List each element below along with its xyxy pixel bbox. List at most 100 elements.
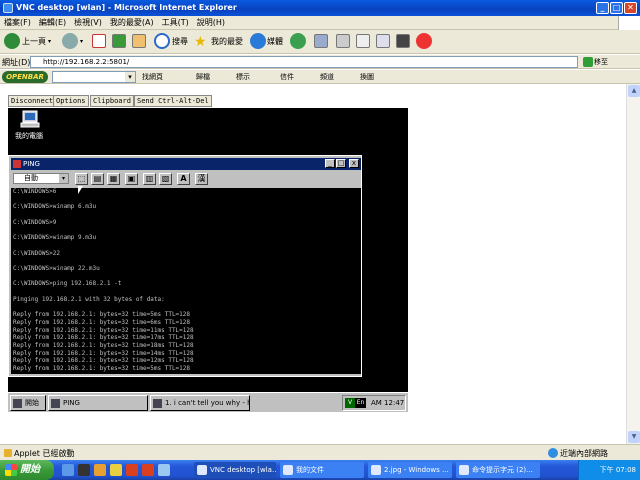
font-button[interactable]: A	[177, 173, 190, 185]
mark-icon[interactable]: ⬚	[75, 173, 88, 185]
task-command-prompt[interactable]: 命令提示字元 (2)...	[456, 462, 540, 478]
favorites-button-label[interactable]: 我的最愛	[211, 34, 243, 50]
menu-favorites[interactable]: 我的最愛(A)	[106, 16, 158, 30]
ime-indicator[interactable]: V	[345, 398, 355, 408]
maximize-button[interactable]: □	[610, 2, 623, 14]
standard-toolbar: 上一頁 ▾ ▾ 搜尋 ★ 我的最愛 媒體	[0, 30, 640, 54]
history-icon[interactable]	[290, 33, 306, 49]
edit-icon[interactable]	[356, 34, 370, 48]
clipboard-button[interactable]: Clipboard	[90, 95, 134, 107]
my-computer-icon[interactable]	[20, 110, 40, 128]
mail-icon[interactable]	[314, 34, 328, 48]
windows-taskbar: 開始 VNC desktop [wla... 我的文件 2.jpg - Wind…	[0, 460, 640, 480]
quicklaunch-media-icon[interactable]	[110, 464, 122, 476]
font-size-select[interactable]: 自動	[13, 173, 69, 184]
openbar-item-channel[interactable]: 頻道	[320, 72, 334, 82]
task-image-viewer[interactable]: 2.jpg - Windows ...	[368, 462, 452, 478]
ime-button[interactable]: 漢	[195, 173, 208, 185]
window-title: VNC desktop [wlan] - Microsoft Internet …	[16, 3, 237, 12]
fullscreen-icon[interactable]: ▣	[125, 173, 138, 185]
address-input[interactable]: http://192.168.2.2:5801/	[30, 56, 578, 68]
ping-window[interactable]: PING _ □ x 自動 ⬚ ▤ ▦ ▣ ▥ ▧ A 漢 C:\WINDOWS…	[8, 155, 362, 377]
quicklaunch-ie-icon[interactable]	[62, 464, 74, 476]
messenger-icon[interactable]	[416, 33, 432, 49]
menu-view[interactable]: 檢視(V)	[70, 16, 106, 30]
quicklaunch-folder-icon[interactable]	[94, 464, 106, 476]
discuss-icon[interactable]	[376, 34, 390, 48]
back-arrow-icon[interactable]	[4, 33, 20, 49]
ping-close-button[interactable]: x	[349, 159, 359, 168]
ie-title-bar[interactable]: VNC desktop [wlan] - Microsoft Internet …	[0, 0, 640, 16]
minimize-button[interactable]: _	[596, 2, 609, 14]
vertical-scrollbar[interactable]: ▲ ▼	[626, 84, 640, 444]
remote-start-button[interactable]: 開始	[10, 395, 46, 411]
disconnect-button[interactable]: Disconnect	[8, 95, 57, 107]
vnc-button-bar: Disconnect Options Clipboard Send Ctrl-A…	[8, 95, 212, 107]
back-button-label[interactable]: 上一頁	[22, 34, 46, 50]
media-icon[interactable]	[250, 33, 266, 49]
menu-help[interactable]: 說明(H)	[193, 16, 229, 30]
clock: 下午 07:08	[599, 466, 636, 474]
ping-toolbar: 自動 ⬚ ▤ ▦ ▣ ▥ ▧ A 漢	[11, 171, 361, 187]
address-bar: 網址(D) http://192.168.2.2:5801/ 移至	[0, 55, 640, 69]
send-ctrl-alt-del-button[interactable]: Send Ctrl-Alt-Del	[134, 95, 212, 107]
ping-title: PING	[23, 160, 40, 168]
scroll-down-icon[interactable]: ▼	[628, 431, 640, 443]
quicklaunch-cmd-icon[interactable]	[78, 464, 90, 476]
menu-edit[interactable]: 編輯(E)	[35, 16, 70, 30]
background-icon[interactable]: ▧	[159, 173, 172, 185]
paste-icon[interactable]: ▦	[107, 173, 120, 185]
forward-dropdown-icon[interactable]: ▾	[80, 34, 83, 50]
ping-console-output[interactable]: C:\WINDOWS>6 C:\WINDOWS>winamp 6.m3u C:\…	[11, 188, 361, 374]
refresh-icon[interactable]	[112, 34, 126, 48]
openbar-item-archive[interactable]: 歸檔	[196, 72, 210, 82]
properties-icon[interactable]: ▥	[143, 173, 156, 185]
task-my-documents[interactable]: 我的文件	[280, 462, 364, 478]
openbar-item-skin[interactable]: 換圖	[360, 72, 374, 82]
openbar-item-search[interactable]: 找網頁	[142, 72, 163, 82]
menu-tools[interactable]: 工具(T)	[158, 16, 193, 30]
media-button-label[interactable]: 媒體	[267, 34, 283, 50]
quicklaunch-app2-icon[interactable]	[142, 464, 154, 476]
remote-taskbar: 開始 PING 1. i can't tell you why - hell..…	[8, 392, 408, 412]
menu-bar: 檔案(F) 編輯(E) 檢視(V) 我的最愛(A) 工具(T) 說明(H)	[0, 16, 640, 30]
go-button[interactable]: 移至	[582, 56, 614, 68]
ie-window-icon	[3, 3, 13, 13]
openbar-search-input[interactable]	[52, 71, 136, 83]
remote-task-ping[interactable]: PING	[48, 395, 148, 411]
openbar-item-mail[interactable]: 信件	[280, 72, 294, 82]
my-computer-label: 我的電腦	[15, 132, 43, 140]
language-indicator[interactable]: En	[355, 398, 366, 408]
remote-tray: V En AM 12:47	[342, 395, 406, 411]
favorites-star-icon[interactable]: ★	[194, 34, 207, 50]
remote-task-winamp[interactable]: 1. i can't tell you why - hell...	[150, 395, 250, 411]
security-zone: 近端內部網路	[548, 448, 608, 459]
back-dropdown-icon[interactable]: ▾	[48, 34, 51, 50]
ping-minimize-button[interactable]: _	[325, 159, 335, 168]
scroll-up-icon[interactable]: ▲	[628, 85, 640, 97]
ping-title-bar[interactable]: PING _ □ x	[11, 158, 361, 170]
print-icon[interactable]	[336, 34, 350, 48]
stop-icon[interactable]	[92, 34, 106, 48]
search-icon[interactable]	[154, 33, 170, 49]
quicklaunch-app-icon[interactable]	[126, 464, 138, 476]
search-button-label[interactable]: 搜尋	[172, 34, 188, 50]
mouse-cursor-icon	[78, 186, 83, 194]
openbar-item-mark[interactable]: 標示	[236, 72, 250, 82]
home-icon[interactable]	[132, 34, 146, 48]
quicklaunch-desktop-icon[interactable]	[158, 464, 170, 476]
start-button[interactable]: 開始	[0, 460, 54, 480]
openbar-toolbar: OPENBAR 找網頁 歸檔 標示 信件 頻道 換圖	[0, 70, 640, 84]
options-button[interactable]: Options	[53, 95, 89, 107]
forward-arrow-icon[interactable]	[62, 33, 78, 49]
openbar-logo: OPENBAR	[2, 71, 48, 83]
task-vnc-desktop[interactable]: VNC desktop [wla...	[194, 462, 276, 478]
research-icon[interactable]	[396, 34, 410, 48]
close-button[interactable]: ✕	[624, 2, 637, 14]
msdos-icon	[13, 160, 21, 168]
ping-maximize-button[interactable]: □	[336, 159, 346, 168]
remote-clock: AM 12:47	[371, 399, 405, 407]
windows-logo-icon	[618, 16, 640, 30]
menu-file[interactable]: 檔案(F)	[0, 16, 35, 30]
copy-icon[interactable]: ▤	[91, 173, 104, 185]
